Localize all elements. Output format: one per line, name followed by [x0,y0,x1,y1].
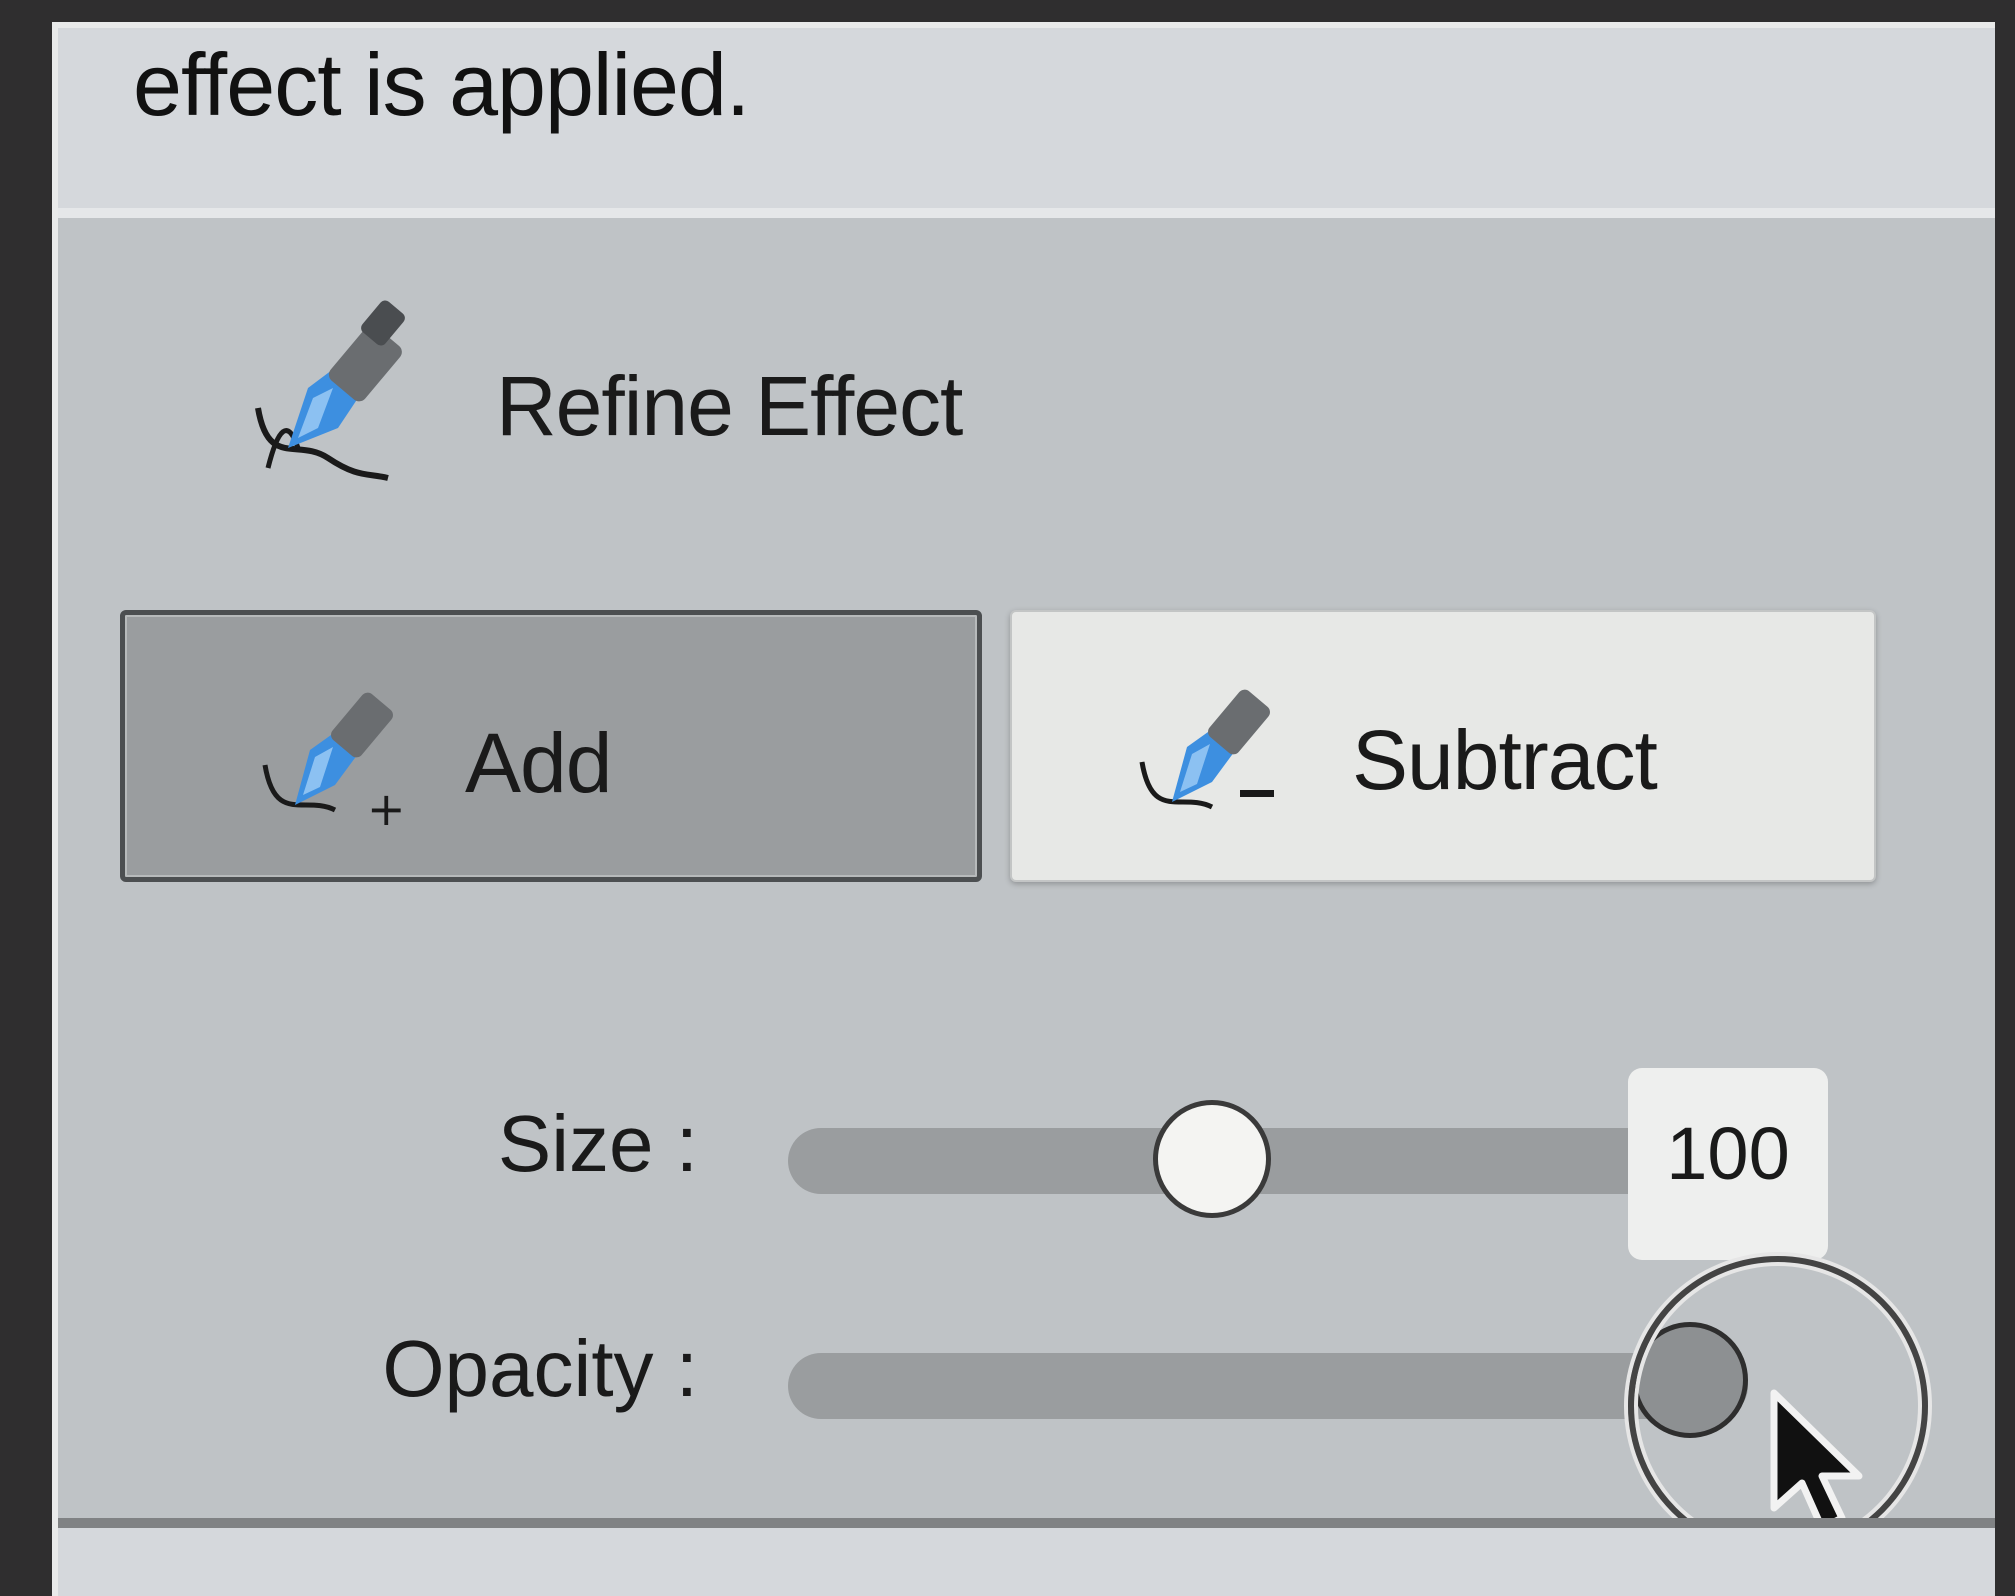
opacity-label: Opacity : [382,1324,698,1413]
info-text: effect is applied. [133,35,750,134]
brush-subtract-icon [1139,689,1274,810]
brush-add-icon: + [262,692,406,835]
subtract-button[interactable]: Subtract [1010,610,1876,882]
section-title: Refine Effect [496,359,963,453]
info-strip: effect is applied. [58,28,1995,218]
size-label: Size : [497,1099,698,1188]
svg-text:+: + [367,782,406,835]
refine-effect-panel: effect is applied. Refine Effect + Add S… [52,22,1995,1596]
opacity-slider-track[interactable] [788,1353,1748,1419]
add-button-label: Add [465,716,612,810]
bottom-strip [58,1528,1995,1596]
bottom-divider [58,1518,1995,1528]
brush-icon [255,300,405,481]
subtract-button-label: Subtract [1352,713,1658,807]
size-slider-thumb[interactable] [1153,1100,1272,1218]
mouse-pointer-icon [1770,1389,1863,1532]
size-value-field[interactable]: 100 [1628,1068,1828,1260]
add-button[interactable]: + Add [120,610,982,882]
